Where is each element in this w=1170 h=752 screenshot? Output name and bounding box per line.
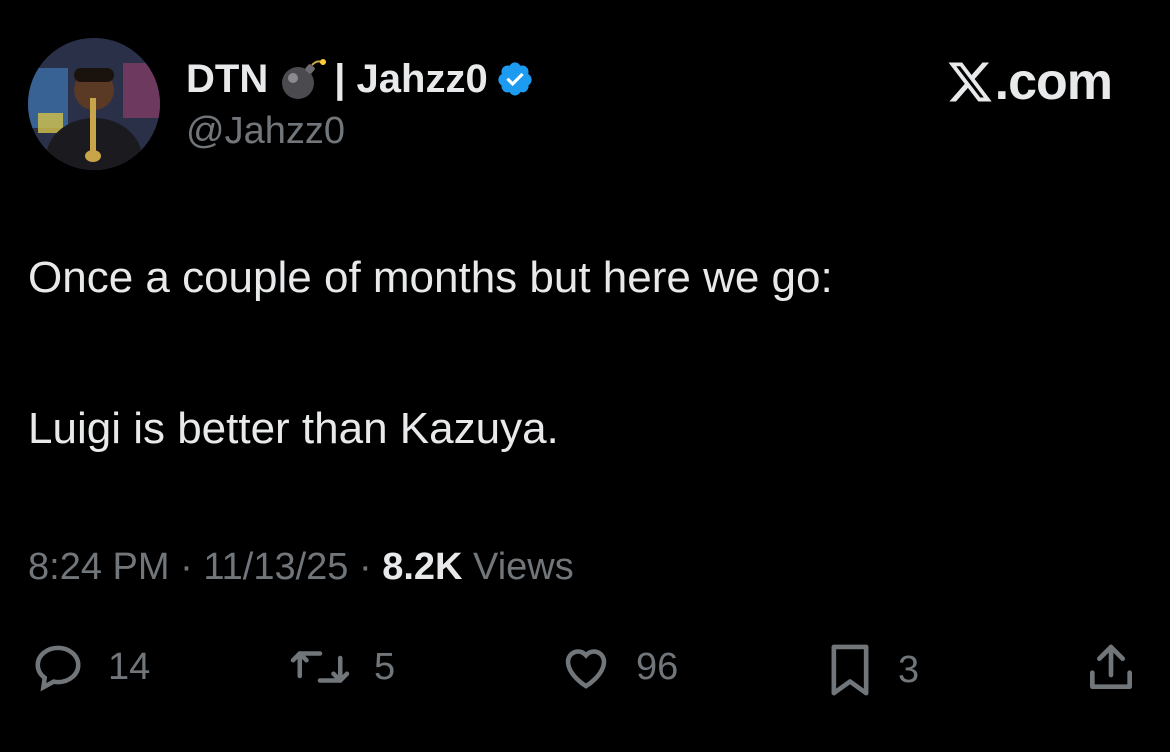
like-icon: [556, 640, 616, 694]
brand-dot: .: [994, 53, 1009, 111]
tweet-date[interactable]: 11/13/25: [203, 546, 348, 588]
tweet-time[interactable]: 8:24 PM: [28, 546, 170, 588]
like-count: 96: [636, 645, 679, 688]
verified-badge-icon: [496, 60, 534, 98]
bookmark-icon: [822, 640, 878, 700]
share-button[interactable]: [1082, 640, 1140, 696]
brand-label: com: [1008, 53, 1113, 111]
like-button[interactable]: 96: [556, 640, 678, 694]
avatar-image: [28, 38, 160, 170]
repost-icon: [286, 640, 354, 694]
tweet-meta: 8:24 PM · 11/13/25 · 8.2K Views: [28, 546, 574, 589]
author-name[interactable]: DTN | Jahzz0: [186, 54, 534, 104]
reply-button[interactable]: 14: [28, 640, 150, 694]
tweet-text-line-1: Once a couple of months but here we go:: [28, 253, 833, 302]
views-label: Views: [473, 546, 574, 588]
views-count: 8.2K: [382, 546, 463, 588]
bookmark-count: 3: [898, 648, 920, 691]
repost-button[interactable]: 5: [286, 640, 395, 694]
reply-icon: [28, 640, 88, 694]
meta-separator: ·: [358, 546, 372, 588]
bomb-icon: [276, 57, 327, 101]
x-logo-icon: [945, 58, 995, 106]
author-handle[interactable]: @Jahzz0: [186, 110, 345, 153]
bookmark-button[interactable]: 3: [822, 640, 919, 700]
x-brand: . com: [945, 52, 1113, 112]
display-name-suffix: | Jahzz0: [334, 56, 488, 101]
avatar[interactable]: [28, 38, 160, 170]
share-icon: [1082, 640, 1140, 696]
reply-count: 14: [108, 645, 151, 688]
meta-separator: ·: [180, 546, 193, 588]
display-name-prefix: DTN: [186, 56, 269, 101]
repost-count: 5: [374, 645, 396, 688]
tweet-text-line-2: Luigi is better than Kazuya.: [28, 404, 559, 453]
